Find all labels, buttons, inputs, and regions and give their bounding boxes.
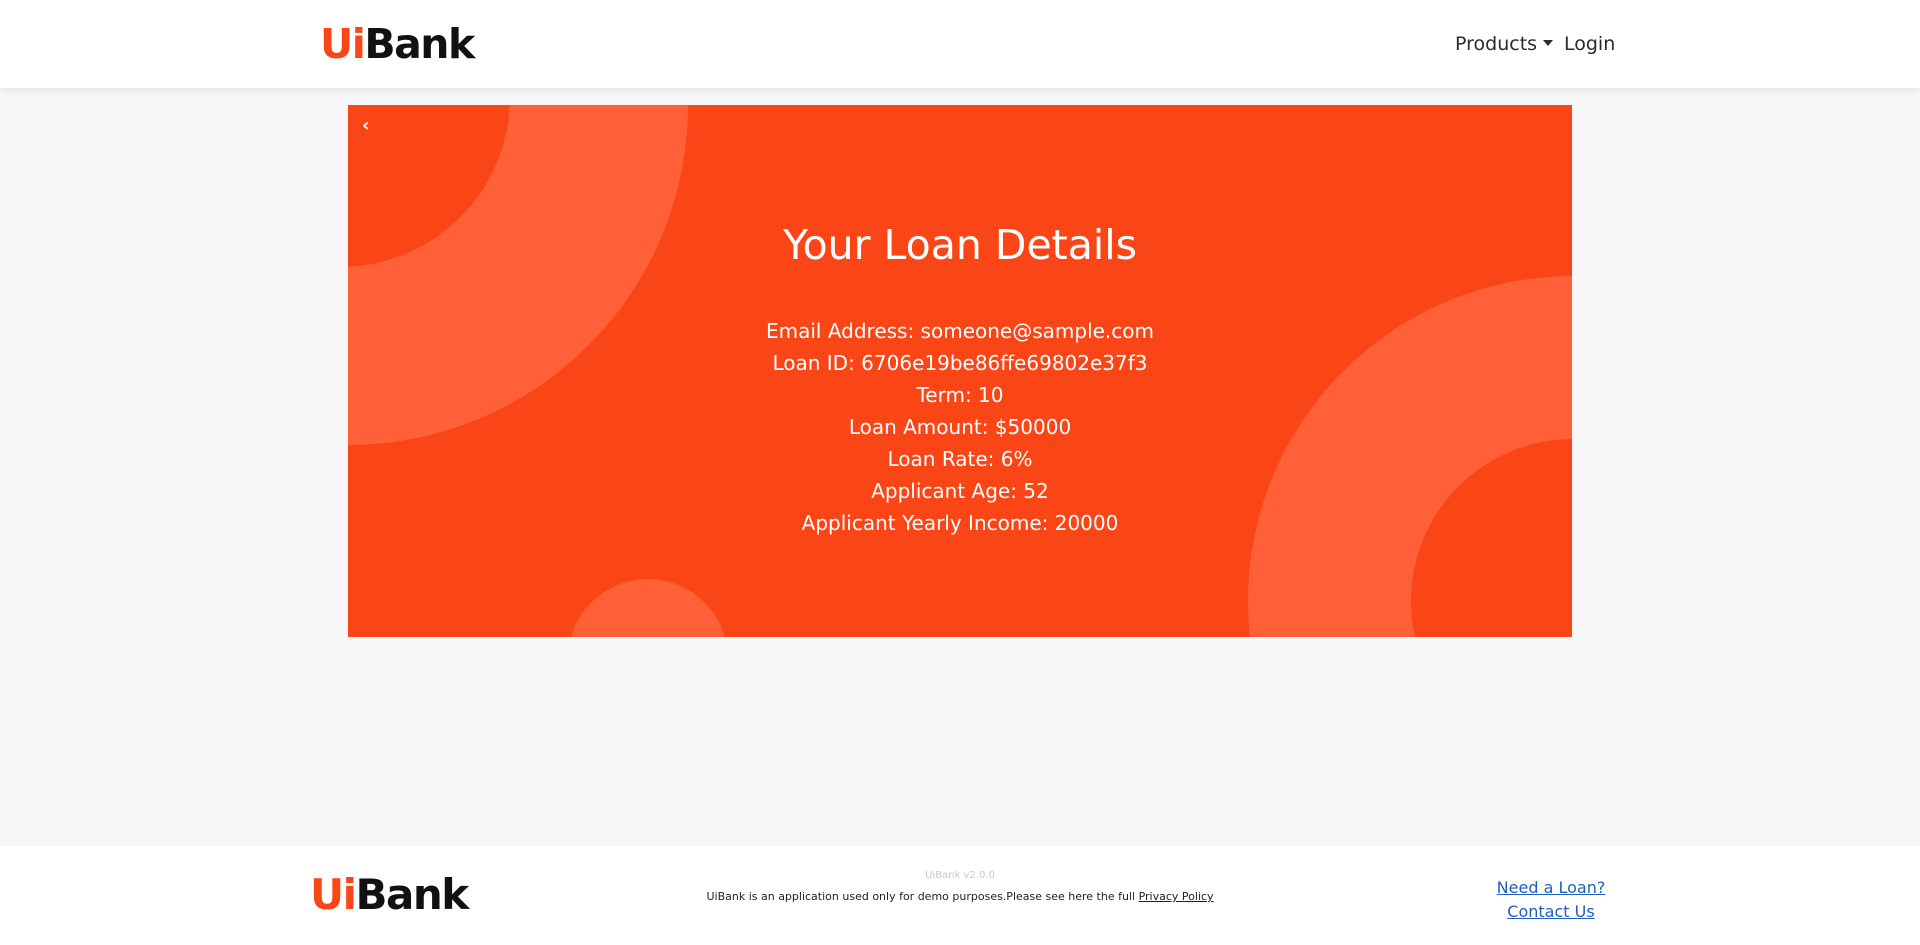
chevron-left-icon: ‹ xyxy=(362,115,370,136)
app-version: UiBank v2.0.0 xyxy=(925,870,995,881)
uibank-logo[interactable]: UiBank xyxy=(320,24,475,65)
products-label: Products xyxy=(1455,33,1538,55)
decor-circle-bottom xyxy=(568,579,728,637)
caret-down-icon xyxy=(1543,40,1554,46)
loan-details-card: ‹ Your Loan Details Email Address: someo… xyxy=(348,105,1572,637)
detail-email: Email Address: someone@sample.com xyxy=(765,319,1155,343)
need-a-loan-link[interactable]: Need a Loan? xyxy=(1478,876,1624,900)
detail-loan-id: Loan ID: 6706e19be86ffe69802e37f3 xyxy=(772,351,1148,375)
footer: UiBank UiBank v2.0.0 UiBank is an applic… xyxy=(0,846,1920,945)
detail-loan-amount: Loan Amount: $50000 xyxy=(848,415,1072,439)
contact-us-link[interactable]: Contact Us xyxy=(1478,900,1624,924)
login-link[interactable]: Login xyxy=(1564,33,1615,55)
back-button[interactable]: ‹ xyxy=(362,115,384,137)
top-navbar: UiBank Products Login xyxy=(0,0,1920,88)
detail-loan-rate: Loan Rate: 6% xyxy=(887,447,1033,471)
logo-bank-text: Bank xyxy=(364,20,475,68)
detail-yearly-income: Applicant Yearly Income: 20000 xyxy=(801,511,1119,535)
detail-term: Term: 10 xyxy=(916,383,1004,407)
detail-applicant-age: Applicant Age: 52 xyxy=(871,479,1049,503)
loan-details-list: Email Address: someone@sample.com Loan I… xyxy=(348,315,1572,539)
products-dropdown[interactable]: Products xyxy=(1455,33,1554,55)
footer-links: Need a Loan? Contact Us xyxy=(1478,876,1624,924)
disclaimer-text: UiBank is an application used only for d… xyxy=(0,890,1920,903)
privacy-policy-link[interactable]: Privacy Policy xyxy=(1139,890,1214,903)
loan-details-title: Your Loan Details xyxy=(782,221,1138,269)
logo-ui-text: Ui xyxy=(320,20,366,68)
disclaimer-body: UiBank is an application used only for d… xyxy=(706,890,1139,903)
